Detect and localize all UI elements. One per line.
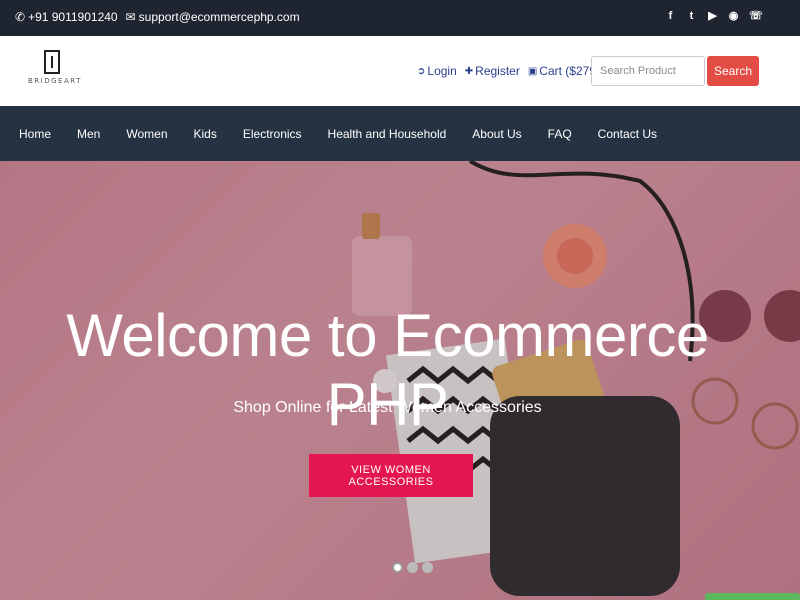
whatsapp-icon[interactable]: ☏ [749, 10, 763, 23]
twitter-icon[interactable]: t [686, 10, 697, 23]
nav-item-kids[interactable]: Kids [194, 127, 217, 141]
contact-info: ✆ +91 9011901240 ✉ support@ecommercephp.… [15, 10, 300, 24]
cart-icon: ▣ [527, 65, 538, 77]
login-label: Login [427, 64, 457, 78]
slider-dot-2[interactable] [407, 562, 418, 573]
phone-contact[interactable]: ✆ +91 9011901240 [15, 10, 118, 24]
cart-link[interactable]: ▣ Cart ($279) [528, 64, 600, 78]
envelope-icon: ✉ [125, 10, 136, 24]
nav-item-electronics[interactable]: Electronics [243, 127, 302, 141]
phone-icon: ✆ [15, 10, 26, 24]
logo-mark [44, 50, 60, 74]
nav-item-faq[interactable]: FAQ [548, 127, 572, 141]
site-header: BRIDGEART ➲ Login ✚ Register ▣ Cart ($27… [0, 36, 800, 106]
facebook-icon[interactable]: f [665, 10, 676, 23]
hero-title: Welcome to Ecommerce PHP [66, 302, 709, 438]
hero-slider: Welcome to Ecommerce PHP Shop Online for… [0, 161, 800, 600]
nav-item-home[interactable]: Home [19, 127, 51, 141]
slider-dots [392, 562, 433, 573]
view-women-accessories-button[interactable]: VIEW WOMEN ACCESSORIES [309, 454, 473, 497]
logo[interactable]: BRIDGEART [28, 50, 82, 94]
chat-widget-tab[interactable] [705, 593, 800, 600]
nav-item-contact-us[interactable]: Contact Us [598, 127, 657, 141]
email-address: support@ecommercephp.com [138, 10, 300, 24]
search-button[interactable]: Search [707, 56, 759, 86]
nav-item-women[interactable]: Women [126, 127, 167, 141]
slider-dot-1[interactable] [392, 562, 403, 573]
nav-item-about-us[interactable]: About Us [472, 127, 521, 141]
register-label: Register [475, 64, 520, 78]
account-links: ➲ Login ✚ Register ▣ Cart ($279) [417, 64, 600, 78]
sign-in-icon: ➲ [417, 65, 426, 77]
search-input[interactable] [591, 56, 705, 86]
phone-number: +91 9011901240 [28, 10, 118, 24]
nav-item-men[interactable]: Men [77, 127, 100, 141]
logo-text: BRIDGEART [28, 77, 82, 85]
nav-item-health-household[interactable]: Health and Household [328, 127, 447, 141]
register-link[interactable]: ✚ Register [465, 64, 520, 78]
login-link[interactable]: ➲ Login [417, 64, 457, 78]
main-nav: Home Men Women Kids Electronics Health a… [0, 106, 800, 161]
top-bar: ✆ +91 9011901240 ✉ support@ecommercephp.… [0, 0, 800, 36]
youtube-icon[interactable]: ▶ [707, 10, 718, 23]
slider-dot-3[interactable] [422, 562, 433, 573]
instagram-icon[interactable]: ◉ [728, 10, 739, 23]
hero-subtitle: Shop Online for Latest Women Accessories [233, 399, 542, 416]
social-links: f t ▶ ◉ ☏ [665, 10, 763, 23]
user-plus-icon: ✚ [464, 65, 474, 77]
email-contact[interactable]: ✉ support@ecommercephp.com [126, 10, 300, 24]
